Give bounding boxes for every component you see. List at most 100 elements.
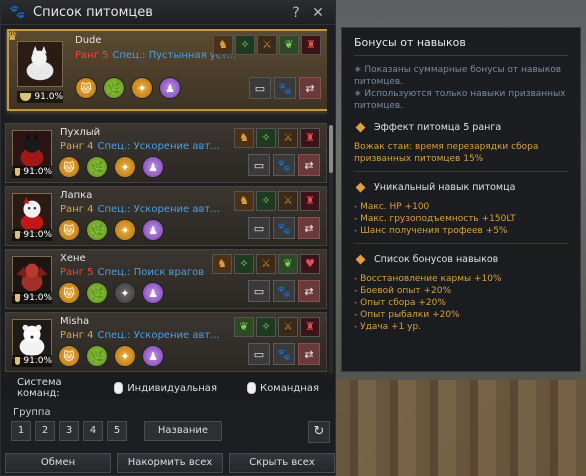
team-label: Командная [259,382,319,394]
skills-row: 🐱 🌿 ✦ ♟ [58,156,164,178]
cat-skill-icon[interactable]: 🐱 [58,282,80,304]
leaf-skill-icon[interactable]: 🌿 [86,345,108,367]
paw-command-button[interactable]: 🐾 [273,343,295,365]
buff-icon-1[interactable]: ❦ [234,317,254,337]
group-button-5[interactable]: 5 [107,421,127,441]
buff-icon-5[interactable]: ♥ [300,254,320,274]
pet-card-hene[interactable]: 91.0% Хене Ранг 5 Спец.: Поиск врагов 🐱 🌿… [5,249,327,309]
compass-skill-icon[interactable]: ✦ [114,156,136,178]
window-title: Список питомцев [33,5,153,20]
buff-icon-3[interactable]: ⚔ [257,35,277,55]
leaf-skill-icon[interactable]: 🌿 [86,219,108,241]
feed-button[interactable]: ▭ [248,217,270,239]
feed-button[interactable]: ▭ [249,77,271,99]
group-name-button[interactable]: Название [144,421,222,441]
potion-skill-icon[interactable]: ♟ [159,77,181,99]
buff-icon-4[interactable]: ♜ [300,317,320,337]
buff-icon-4[interactable]: ❦ [278,254,298,274]
pet-list: ♛ 91.0% Dude Ранг 5 Спец.: Пустынная уст.… [5,29,327,373]
paw-command-button[interactable]: 🐾 [274,77,296,99]
feed-button[interactable]: ▭ [248,343,270,365]
pet-portrait [12,193,52,233]
individual-label: Индивидуальная [127,382,217,394]
feed-button[interactable]: ▭ [248,154,270,176]
buff-icon-3[interactable]: ⚔ [278,317,298,337]
pet-card-lapka[interactable]: 91.0% Лапка Ранг 4 Спец.: Ускорение авт..… [5,186,327,246]
scrollbar-thumb[interactable] [329,125,333,173]
compass-skill-icon[interactable]: ✦ [114,219,136,241]
buff-icon-2[interactable]: ✧ [235,35,255,55]
cat-skill-icon[interactable]: 🐱 [58,156,80,178]
team-option[interactable]: Командная [246,382,319,394]
compass-skill-icon[interactable]: ✦ [114,282,136,304]
buff-icon-4[interactable]: ♜ [300,128,320,148]
bonus-panel-title: Бонусы от навыков [354,36,568,56]
cat-skill-icon[interactable]: 🐱 [75,77,97,99]
buff-icon-3[interactable]: ⚔ [278,191,298,211]
buff-icon-1[interactable]: ♞ [234,128,254,148]
exchange-button[interactable]: Обмен [5,453,111,473]
pet-card-puhly[interactable]: 91.0% Пухлый Ранг 4 Спец.: Ускорение авт.… [5,123,327,183]
release-button[interactable]: ⇄ [298,280,320,302]
group-button-3[interactable]: 3 [59,421,79,441]
refresh-icon[interactable]: ↻ [308,421,330,443]
pet-rank-line: Ранг 4 Спец.: Ускорение авт... [60,330,220,341]
potion-skill-icon[interactable]: ♟ [142,345,164,367]
hide-all-button[interactable]: Скрыть всех [229,453,335,473]
buff-icon-1[interactable]: ♞ [212,254,232,274]
buff-icon-2[interactable]: ✧ [256,191,276,211]
release-button[interactable]: ⇄ [298,154,320,176]
buff-icon-1[interactable]: ♞ [213,35,233,55]
leaf-skill-icon[interactable]: 🌿 [86,156,108,178]
bonus-section-title: Список бонусов навыков [374,254,499,265]
divider [354,171,568,172]
pet-actions: ▭ 🐾 ⇄ [248,217,320,239]
individual-option[interactable]: Индивидуальная [114,382,217,394]
buff-icon-3[interactable]: ⚔ [256,254,276,274]
feed-all-button[interactable]: Накормить всех [117,453,223,473]
pet-rank-line: Ранг 4 Спец.: Ускорение авт... [60,141,220,152]
help-button[interactable]: ? [287,5,305,21]
leaf-skill-icon[interactable]: 🌿 [86,282,108,304]
buff-icon-4[interactable]: ♜ [300,191,320,211]
window-titlebar[interactable]: 🐾 Список питомцев ? ✕ [1,1,335,25]
potion-skill-icon[interactable]: ♟ [142,156,164,178]
potion-skill-icon[interactable]: ♟ [142,282,164,304]
paw-command-button[interactable]: 🐾 [273,154,295,176]
buff-icon-4[interactable]: ❦ [279,35,299,55]
diamond-icon [355,182,366,193]
buff-icon-2[interactable]: ✧ [256,317,276,337]
hunger-meter: 91.0% [12,229,52,241]
potion-skill-icon[interactable]: ♟ [142,219,164,241]
buff-icon-3[interactable]: ⚔ [278,128,298,148]
bottom-buttons: Обмен Накормить всех Скрыть всех [5,453,335,473]
hunger-value: 91.0% [23,167,52,177]
group-button-2[interactable]: 2 [35,421,55,441]
group-button-1[interactable]: 1 [11,421,31,441]
hunger-value: 91.0% [23,293,52,303]
cat-skill-icon[interactable]: 🐱 [58,219,80,241]
bowl-icon [15,357,21,365]
compass-skill-icon[interactable]: ✦ [114,345,136,367]
buff-icon-2[interactable]: ✧ [256,128,276,148]
pet-card-dude[interactable]: ♛ 91.0% Dude Ранг 5 Спец.: Пустынная уст.… [7,29,327,111]
cat-skill-icon[interactable]: 🐱 [58,345,80,367]
buff-icon-5[interactable]: ♜ [301,35,321,55]
compass-skill-icon[interactable]: ✦ [131,77,153,99]
pet-card-misha[interactable]: 91.0% Misha Ранг 4 Спец.: Ускорение авт..… [5,312,327,372]
release-button[interactable]: ⇄ [298,343,320,365]
pet-name: Лапка [60,190,93,201]
paw-command-button[interactable]: 🐾 [273,217,295,239]
release-button[interactable]: ⇄ [298,217,320,239]
diamond-icon [355,122,366,133]
pet-list-scrollbar[interactable] [329,125,333,373]
close-button[interactable]: ✕ [309,5,327,21]
buff-icon-2[interactable]: ✧ [234,254,254,274]
buff-icon-1[interactable]: ♞ [234,191,254,211]
paw-command-button[interactable]: 🐾 [273,280,295,302]
pet-rank: Ранг 4 [60,330,94,341]
leaf-skill-icon[interactable]: 🌿 [103,77,125,99]
feed-button[interactable]: ▭ [248,280,270,302]
release-button[interactable]: ⇄ [299,77,321,99]
group-button-4[interactable]: 4 [83,421,103,441]
